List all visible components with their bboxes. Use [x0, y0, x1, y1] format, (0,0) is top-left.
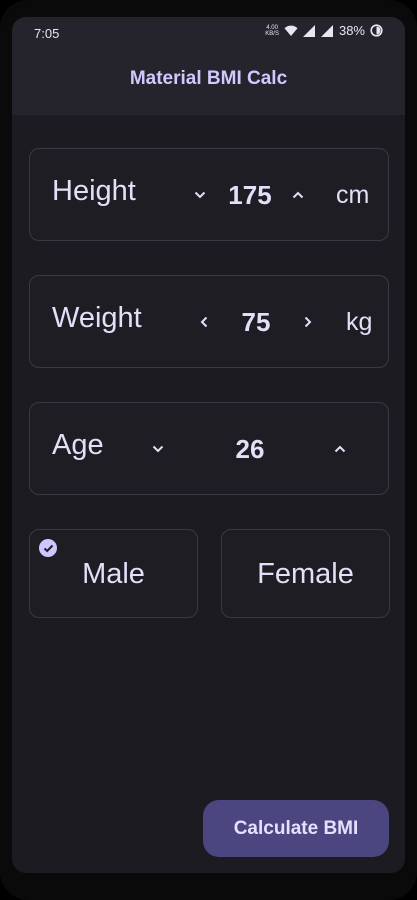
height-value: 175	[228, 180, 272, 210]
phone-frame: 7:05 4.00 KB/S 38% Material BMI Calc Hei…	[0, 0, 417, 900]
network-speed: 4.00 KB/S	[265, 25, 279, 37]
female-button[interactable]: Female	[221, 529, 390, 618]
height-label: Height	[52, 175, 136, 207]
top-app-bar: Material BMI Calc	[12, 47, 405, 115]
height-decrease-chevron-down-icon[interactable]	[190, 185, 210, 205]
age-decrease-chevron-down-icon[interactable]	[148, 439, 168, 459]
height-card: Height 175 cm	[29, 148, 389, 241]
age-increase-chevron-up-icon[interactable]	[330, 439, 350, 459]
male-label: Male	[82, 558, 145, 590]
battery-percent: 38%	[338, 23, 365, 38]
check-circle-icon	[39, 539, 57, 557]
age-value: 26	[235, 434, 265, 464]
weight-unit: kg	[346, 308, 373, 336]
status-time: 7:05	[34, 26, 60, 41]
net-speed-unit: KB/S	[265, 30, 279, 37]
height-unit: cm	[336, 181, 370, 209]
signal-icon	[320, 24, 333, 37]
calculate-bmi-label: Calculate BMI	[233, 817, 359, 839]
battery-icon	[370, 24, 383, 37]
weight-increase-chevron-right-icon[interactable]	[298, 312, 318, 332]
net-speed-value: 4.00	[266, 24, 278, 31]
weight-value: 75	[241, 307, 271, 337]
male-button[interactable]: Male	[29, 529, 198, 618]
status-icons: 4.00 KB/S 38%	[265, 23, 383, 38]
weight-decrease-chevron-left-icon[interactable]	[194, 312, 214, 332]
calculate-bmi-button[interactable]: Calculate BMI	[203, 800, 389, 857]
weight-card: Weight 75 kg	[29, 275, 389, 368]
signal-icon	[302, 24, 315, 37]
app-title: Material BMI Calc	[129, 68, 288, 89]
wifi-icon	[284, 25, 298, 36]
app-screen: 7:05 4.00 KB/S 38% Material BMI Calc Hei…	[12, 17, 405, 873]
status-bar: 7:05 4.00 KB/S 38%	[12, 17, 405, 47]
age-label: Age	[52, 429, 104, 461]
height-increase-chevron-up-icon[interactable]	[288, 185, 308, 205]
weight-label: Weight	[52, 302, 142, 334]
female-label: Female	[257, 558, 354, 590]
age-card: Age 26	[29, 402, 389, 495]
